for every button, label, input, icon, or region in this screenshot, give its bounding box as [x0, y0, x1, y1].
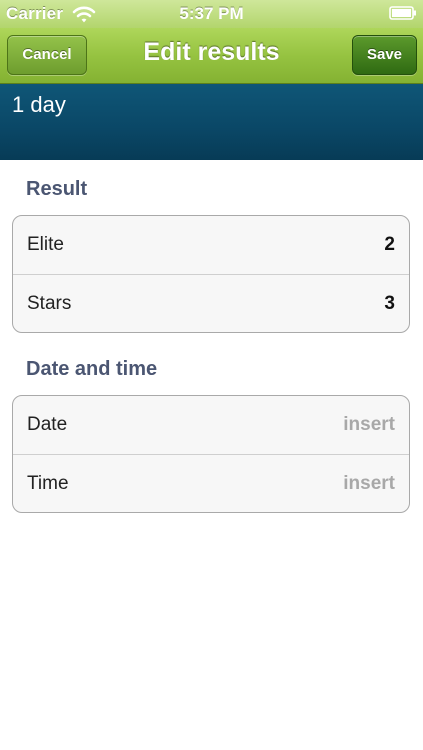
result-row-elite[interactable]: Elite 2: [13, 216, 409, 274]
row-label: Stars: [27, 293, 72, 314]
result-group: Elite 2 Stars 3: [12, 215, 410, 333]
edit-results-screen: Carrier 5:37 PM Cancel Edit results Save…: [0, 0, 423, 750]
row-label: Elite: [27, 234, 64, 255]
row-label: Time: [27, 473, 69, 494]
date-placeholder: insert: [343, 414, 395, 435]
battery-icon: [389, 6, 416, 20]
row-label: Date: [27, 414, 68, 435]
save-button[interactable]: Save: [352, 35, 417, 75]
section-title-result: Result: [26, 178, 88, 200]
duration-label: 1 day: [12, 92, 66, 117]
section-title-date-time: Date and time: [26, 358, 158, 380]
row-value: 2: [384, 234, 395, 255]
navigation-bar: Cancel Edit results Save: [0, 28, 423, 84]
row-value: 3: [384, 293, 395, 314]
date-row[interactable]: Date insert: [13, 396, 409, 454]
time-row[interactable]: Time insert: [13, 454, 409, 512]
status-bar: Carrier 5:37 PM: [0, 0, 423, 28]
result-row-stars[interactable]: Stars 3: [13, 274, 409, 332]
status-time: 5:37 PM: [179, 4, 244, 23]
time-placeholder: insert: [343, 473, 395, 494]
header-band: 1 day: [0, 84, 423, 160]
date-time-group: Date insert Time insert: [12, 395, 410, 513]
